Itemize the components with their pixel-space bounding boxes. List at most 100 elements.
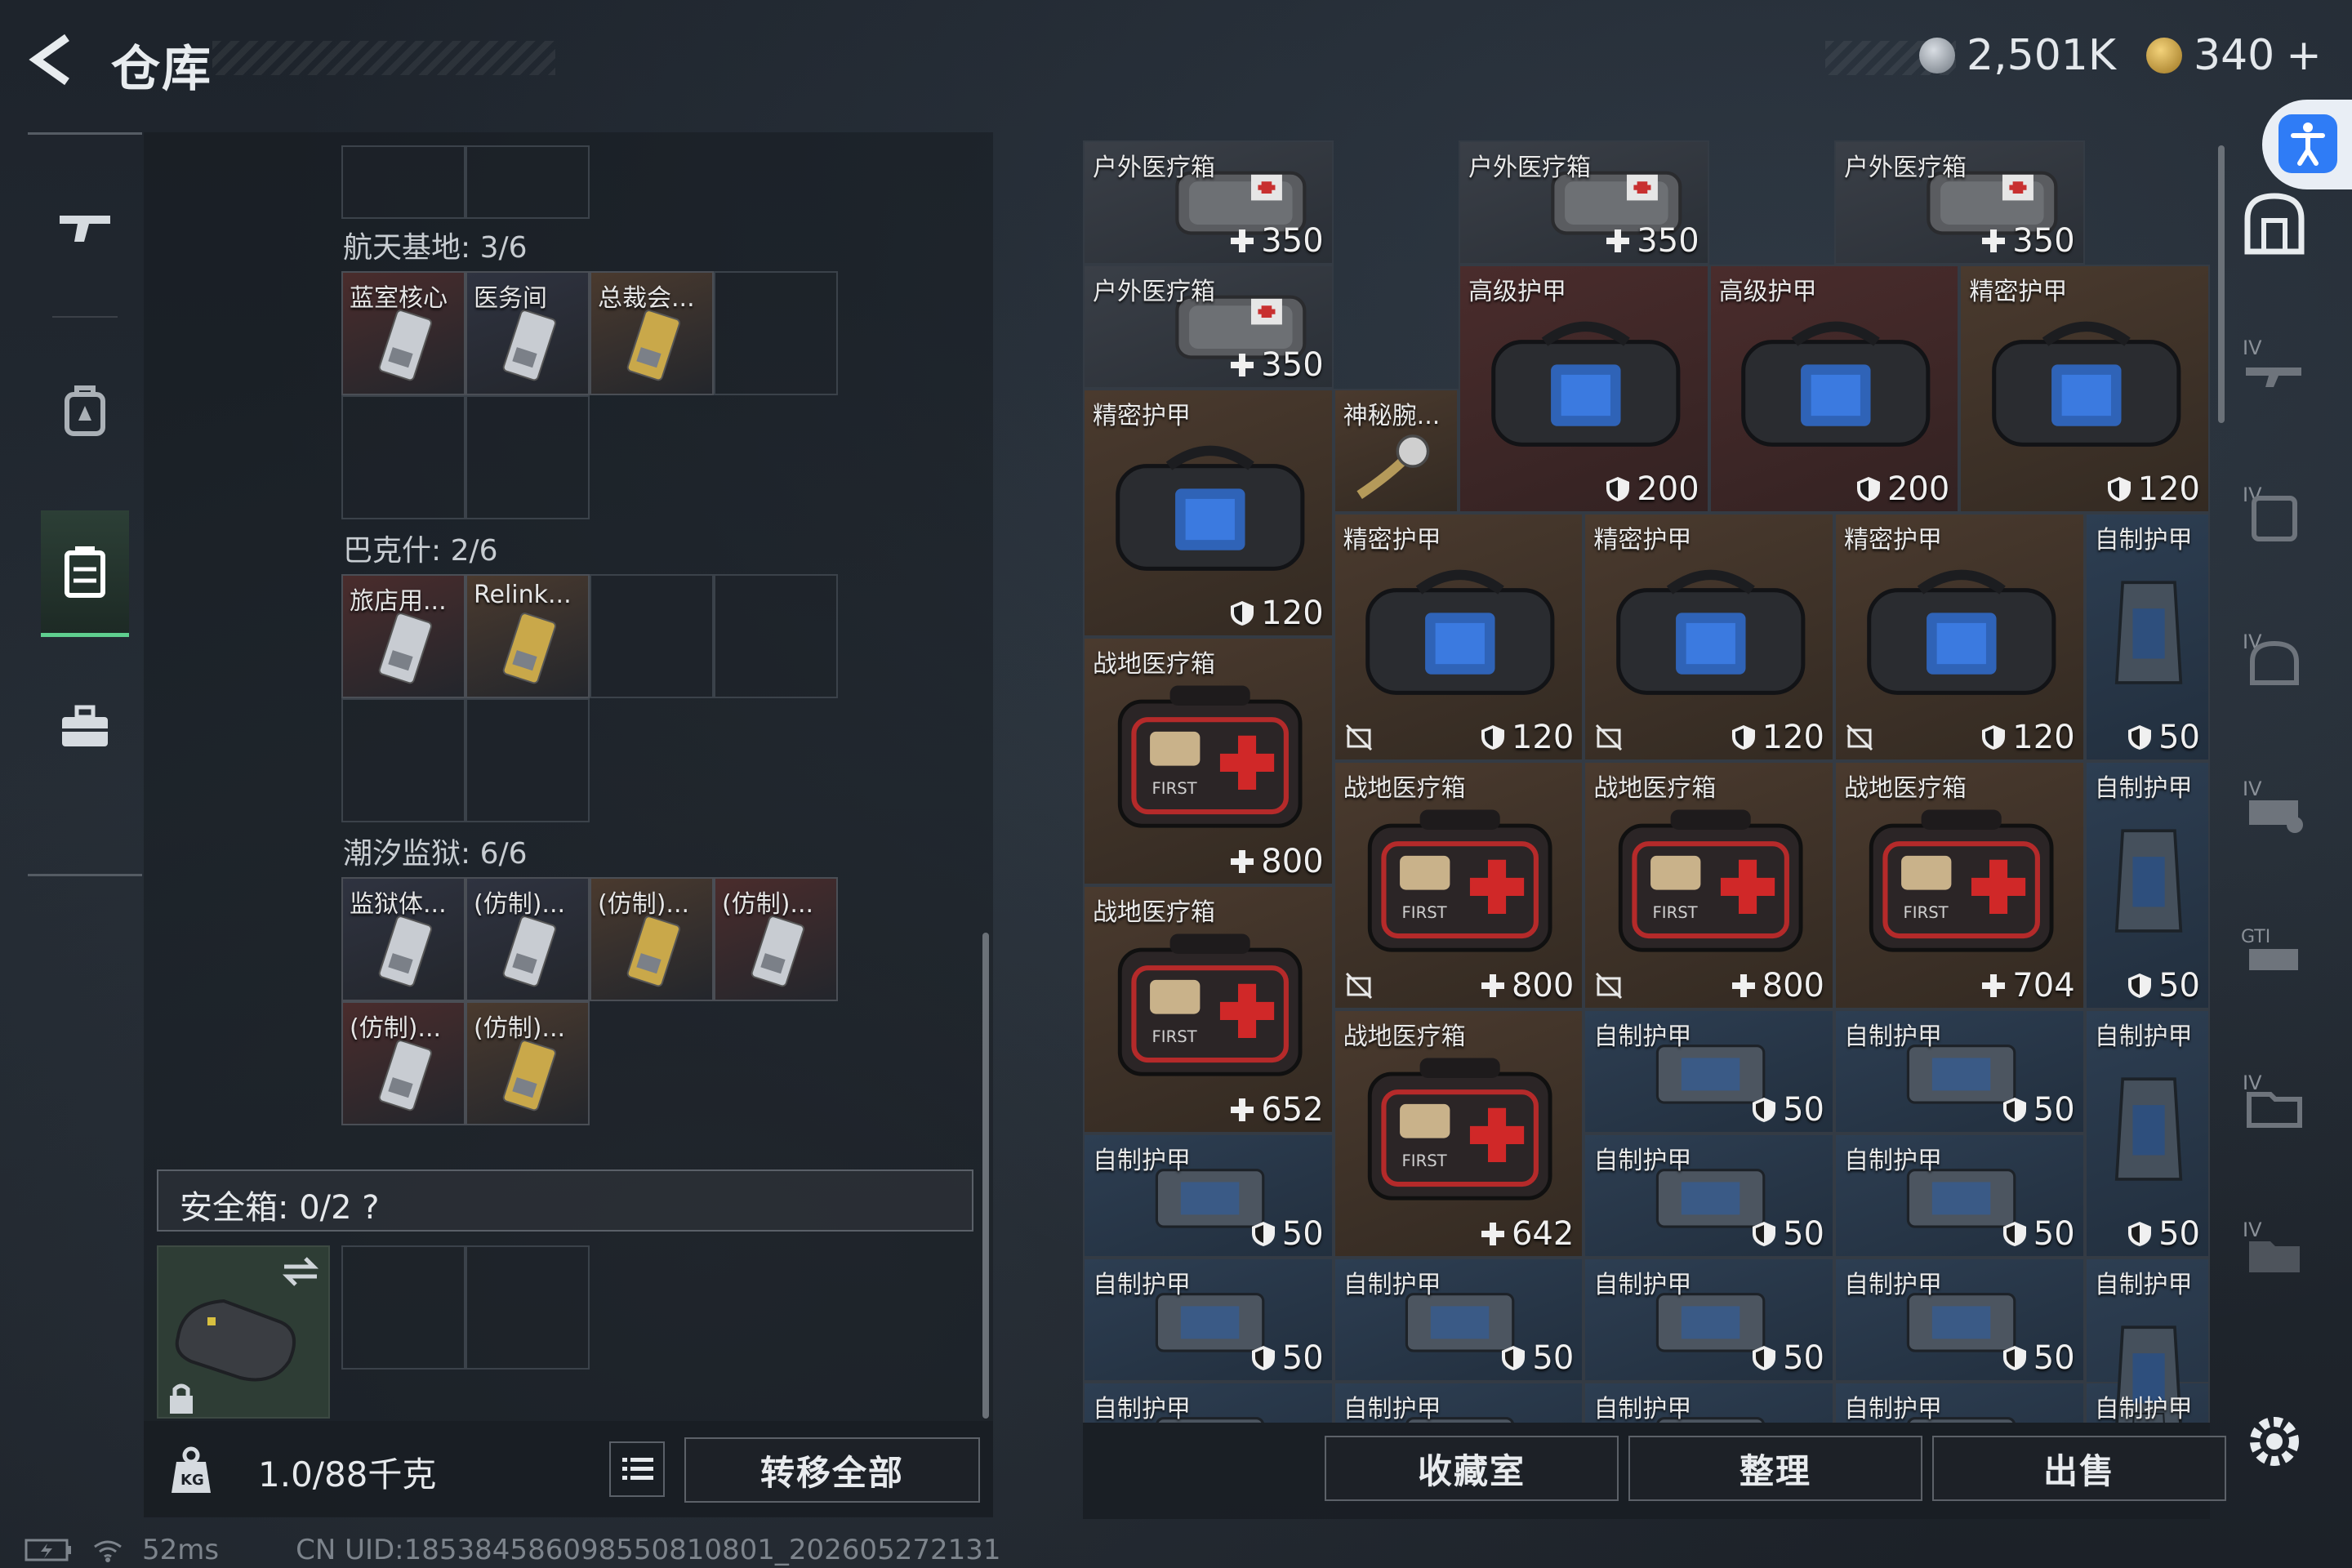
stash-item[interactable]: 精密护甲 120 xyxy=(1083,389,1334,637)
stash-item[interactable]: 户外医疗箱 350 xyxy=(1083,265,1334,389)
gold-add-button[interactable]: + xyxy=(2286,31,2322,80)
stash-item[interactable]: 自制护甲 50 xyxy=(1834,1009,2085,1134)
stash-item[interactable]: 自制护甲 xyxy=(1584,1382,1834,1423)
stash-item[interactable]: 精密护甲 120 xyxy=(1959,265,2210,513)
stash-item[interactable]: 自制护甲 50 xyxy=(2084,1009,2210,1258)
collection-room-button[interactable]: 收藏室 xyxy=(1325,1436,1619,1501)
stash-item[interactable]: 自制护甲 50 xyxy=(2084,513,2210,761)
filter-armor-icon[interactable]: IV xyxy=(2238,474,2311,547)
key-card-name: (仿制)... xyxy=(474,1014,566,1043)
stash-item[interactable]: 自制护甲 50 xyxy=(1083,1258,1334,1382)
stash-item[interactable]: 自制护甲 xyxy=(1834,1382,2085,1423)
filter-helmet-icon[interactable]: IV xyxy=(2238,621,2311,694)
key-card-slot[interactable]: 监狱体... xyxy=(341,877,466,1001)
key-card-slot[interactable]: (仿制)... xyxy=(466,877,590,1001)
empty-slot[interactable] xyxy=(714,574,838,698)
stash-item[interactable]: 自制护甲 50 xyxy=(1083,1134,1334,1258)
stash-item[interactable]: 户外医疗箱 350 xyxy=(1459,140,1709,265)
stash-item[interactable]: FIRST 战地医疗箱 800 xyxy=(1083,637,1334,885)
organize-button[interactable]: 整理 xyxy=(1628,1436,1922,1501)
svg-text:IV: IV xyxy=(2243,336,2262,359)
empty-slot[interactable] xyxy=(341,145,466,219)
stash-item[interactable]: FIRST 战地医疗箱 642 xyxy=(1333,1009,1584,1258)
stash-item[interactable]: 户外医疗箱 350 xyxy=(1083,140,1334,265)
key-card-slot[interactable]: (仿制)... xyxy=(714,877,838,1001)
no-sell-icon xyxy=(1846,724,1873,751)
empty-slot[interactable] xyxy=(341,698,466,822)
key-card-slot[interactable]: Relink... xyxy=(466,574,590,698)
item-value: 652 xyxy=(1261,1091,1324,1129)
key-card-slot[interactable]: (仿制)... xyxy=(590,877,714,1001)
stash-item[interactable]: 户外医疗箱 350 xyxy=(1834,140,2085,265)
empty-slot[interactable] xyxy=(466,395,590,519)
silver-coin-icon xyxy=(1919,38,1955,74)
key-card-slot[interactable]: 医务间 xyxy=(466,271,590,395)
empty-slot[interactable] xyxy=(341,395,466,519)
empty-slot[interactable] xyxy=(590,574,714,698)
item-name: 自制护甲 xyxy=(1093,1395,1191,1423)
key-card-slot[interactable]: 旅店用... xyxy=(341,574,466,698)
key-card-slot[interactable]: (仿制)... xyxy=(466,1001,590,1125)
first-aid-kit-icon: FIRST xyxy=(1117,933,1303,1076)
safe-empty-slot[interactable] xyxy=(466,1245,590,1370)
rail-storage[interactable] xyxy=(41,510,129,637)
item-name: 自制护甲 xyxy=(1593,1147,1692,1175)
safe-box-slot[interactable] xyxy=(157,1245,330,1419)
stash-item[interactable]: 自制护甲 50 xyxy=(1834,1258,2085,1382)
rail-toolbox[interactable] xyxy=(41,666,129,788)
first-aid-kit-icon: FIRST xyxy=(1368,808,1552,952)
stash-item[interactable]: 自制护甲 50 xyxy=(2084,761,2210,1009)
empty-slot[interactable] xyxy=(714,271,838,395)
gold-currency[interactable]: 340 + xyxy=(2146,31,2322,80)
filter-case-icon[interactable]: IV xyxy=(2238,1209,2311,1282)
list-view-button[interactable] xyxy=(609,1441,665,1497)
item-value: 50 xyxy=(1532,1339,1575,1377)
stash-item[interactable]: 自制护甲 xyxy=(2084,1382,2210,1423)
stash-item[interactable]: 自制护甲 50 xyxy=(1584,1009,1834,1134)
stash-item[interactable]: 神秘腕... xyxy=(1333,389,1459,513)
item-name: 高级护甲 xyxy=(1718,278,1817,306)
heal-plus-icon xyxy=(1982,974,2006,997)
stash-item[interactable]: FIRST 战地医疗箱 800 xyxy=(1333,761,1584,1009)
sell-button[interactable]: 出售 xyxy=(1932,1436,2226,1501)
settings-gear-icon[interactable] xyxy=(2238,1405,2311,1478)
rail-backpack[interactable] xyxy=(41,349,129,471)
swap-icon[interactable] xyxy=(281,1255,320,1288)
transfer-all-button[interactable]: 转移全部 xyxy=(684,1437,980,1503)
shield-icon xyxy=(2107,477,2131,501)
rail-weapons[interactable] xyxy=(41,167,129,290)
empty-slot[interactable] xyxy=(466,145,590,219)
stash-item[interactable]: 自制护甲 50 xyxy=(1333,1258,1584,1382)
filter-gti-icon[interactable]: GTI xyxy=(2238,915,2311,988)
stash-item[interactable]: 高级护甲 200 xyxy=(1459,265,1709,513)
filter-rig-icon[interactable]: IV xyxy=(2238,768,2311,841)
key-card-slot[interactable]: 蓝室核心 xyxy=(341,271,466,395)
stash-item[interactable]: FIRST 战地医疗箱 652 xyxy=(1083,885,1334,1134)
safe-empty-slot[interactable] xyxy=(341,1245,466,1370)
safe-box-header[interactable]: 安全箱: 0/2 ? xyxy=(157,1169,973,1232)
filter-folder-icon[interactable]: IV xyxy=(2238,1062,2311,1135)
stash-item[interactable]: 自制护甲 50 xyxy=(1584,1134,1834,1258)
key-card-slot[interactable]: (仿制)... xyxy=(341,1001,466,1125)
empty-slot[interactable] xyxy=(466,698,590,822)
stash-item[interactable]: 精密护甲 120 xyxy=(1333,513,1584,761)
left-scrollbar[interactable] xyxy=(982,933,989,1419)
stash-item[interactable]: 高级护甲 200 xyxy=(1708,265,1960,513)
filter-weapon-icon[interactable]: IV xyxy=(2238,327,2311,400)
home-stash-icon[interactable] xyxy=(2238,186,2311,260)
stash-item[interactable]: 自制护甲 50 xyxy=(1834,1134,2085,1258)
item-value: 704 xyxy=(2012,967,2075,1004)
stash-item[interactable]: 自制护甲 50 xyxy=(1584,1258,1834,1382)
accessibility-button[interactable] xyxy=(2262,100,2352,189)
back-arrow-icon[interactable] xyxy=(24,31,82,88)
item-durability: 642 xyxy=(1479,1215,1574,1253)
stash-item[interactable]: 自制护甲 xyxy=(1083,1382,1334,1423)
stash-item[interactable]: FIRST 战地医疗箱 704 xyxy=(1834,761,2085,1009)
stash-item[interactable]: 精密护甲 120 xyxy=(1834,513,2085,761)
stash-item[interactable]: FIRST 战地医疗箱 800 xyxy=(1584,761,1834,1009)
right-scrollbar[interactable] xyxy=(2218,145,2225,423)
stash-item[interactable]: 自制护甲 xyxy=(1333,1382,1584,1423)
stash-item[interactable]: 精密护甲 120 xyxy=(1584,513,1834,761)
item-name: 战地医疗箱 xyxy=(1343,774,1466,803)
key-card-slot[interactable]: 总裁会... xyxy=(590,271,714,395)
